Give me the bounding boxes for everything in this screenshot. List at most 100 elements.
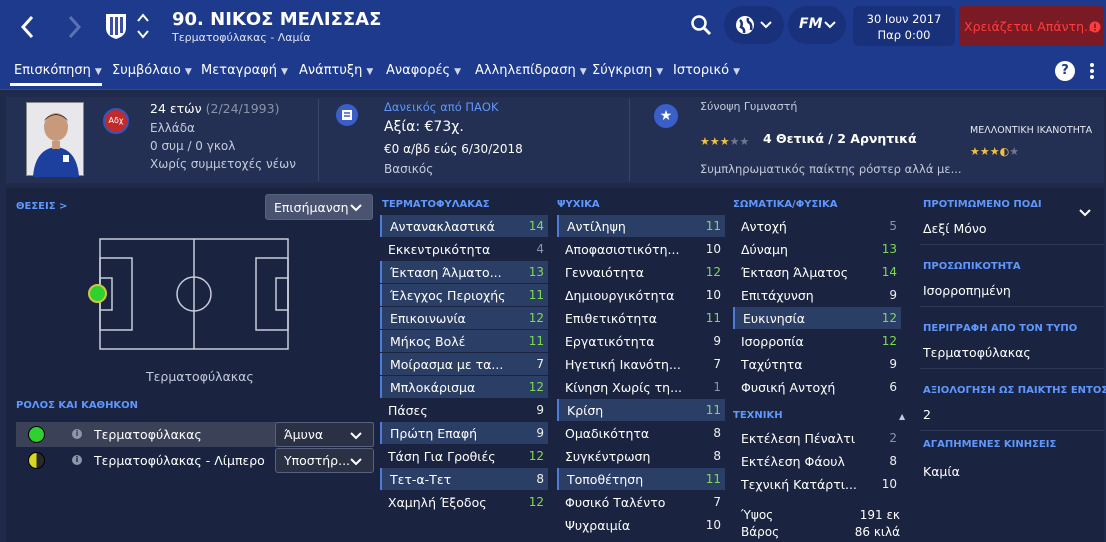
attribute-name: Γενναιότητα	[565, 264, 645, 280]
tab-history[interactable]: Ιστορικό ▼	[673, 63, 740, 78]
mental-header: ΨΥΧΙΚΑ	[557, 199, 600, 210]
attribute-value: 13	[881, 242, 897, 256]
fm-menu-button[interactable]: FM	[788, 6, 846, 44]
forward-arrow-icon[interactable]	[62, 12, 86, 42]
attribute-row[interactable]: Αντανακλαστικά 14	[380, 215, 548, 237]
attribute-row[interactable]: Χαμηλή Έξοδος 12	[380, 491, 548, 513]
attribute-row[interactable]: Ομαδικότητα 8	[557, 422, 725, 444]
attribute-row[interactable]: Έλεγχος Περιοχής 11	[380, 284, 548, 306]
attribute-row[interactable]: Ευκινησία 12	[733, 307, 901, 329]
nationality: Ελλάδα	[150, 121, 195, 135]
attribute-row[interactable]: Μπλοκάρισμα 12	[380, 376, 548, 398]
attribute-row[interactable]: Μοίρασμα με τα... 7	[380, 353, 548, 375]
attribute-name: Ομαδικότητα	[565, 425, 650, 441]
tab-development[interactable]: Ανάπτυξη ▼	[299, 63, 373, 78]
attribute-row[interactable]: Ηγετική Ικανότη... 7	[557, 353, 725, 375]
attribute-row[interactable]: Τετ-α-Τετ 8	[380, 468, 548, 490]
attribute-row[interactable]: Πάσες 9	[380, 399, 548, 421]
player-switch-down-icon[interactable]	[136, 26, 150, 40]
attribute-value: 7	[713, 495, 721, 509]
chevron-down-icon	[824, 21, 836, 29]
duty-dropdown[interactable]: Άμυνα	[275, 422, 374, 447]
attribute-value: 9	[713, 334, 721, 348]
current-time: Παρ 0:00	[877, 28, 931, 42]
tab-overview[interactable]: Επισκόπηση ▼	[14, 63, 102, 78]
attribute-row[interactable]: Δημιουργικότητα 10	[557, 284, 725, 306]
search-icon[interactable]	[690, 14, 712, 36]
attribute-row[interactable]: Ψυχραιμία 10	[557, 514, 725, 536]
tab-transfer[interactable]: Μεταγραφή ▼	[201, 63, 288, 78]
attribute-row[interactable]: Εργατικότητα 9	[557, 330, 725, 352]
attribute-name: Εκτέλεση Πέναλτι	[741, 430, 856, 446]
expand-side-icon[interactable]	[1079, 203, 1091, 217]
attribute-name: Έκταση Άλματο...	[390, 264, 502, 280]
duty-dropdown[interactable]: Υποστήρ...	[275, 448, 374, 473]
attribute-row[interactable]: Φυσικό Ταλέντο 7	[557, 491, 725, 513]
role-row[interactable]: i Τερματοφύλακας Άμυνα	[16, 422, 374, 447]
tab-comparison[interactable]: Σύγκριση ▼	[592, 63, 663, 78]
attribute-row[interactable]: Επιθετικότητα 11	[557, 307, 725, 329]
attribute-name: Αποφασιστικότη...	[565, 241, 680, 257]
date-button[interactable]: 30 Ιουν 2017 Παρ 0:00	[853, 6, 955, 46]
attribute-value: 12	[881, 334, 897, 348]
role-suitability-icon	[28, 426, 45, 443]
tab-reports[interactable]: Αναφορές ▼	[386, 63, 461, 78]
attribute-row[interactable]: Δύναμη 13	[733, 238, 901, 260]
chevron-down-icon: ▼	[656, 67, 664, 77]
attribute-row[interactable]: Αντοχή 5	[733, 215, 901, 237]
player-subtitle: Τερματοφύλακας - Λαμία	[172, 31, 311, 44]
pitch-lines	[99, 238, 289, 350]
attribute-row[interactable]: Κίνηση Χωρίς τη... 1	[557, 376, 725, 398]
attribute-row[interactable]: Κρίση 11	[557, 399, 725, 421]
collapse-technical-icon[interactable]: ▲	[899, 412, 905, 421]
attribute-row[interactable]: Πρώτη Επαφή 9	[380, 422, 548, 444]
attribute-row[interactable]: Ισορροπία 12	[733, 330, 901, 352]
attribute-value: 11	[705, 472, 721, 486]
globe-menu-button[interactable]	[724, 6, 784, 44]
back-arrow-icon[interactable]	[16, 12, 40, 42]
preferred-foot-label: ΠΡΟΤΙΜΩΜΕΝΟ ΠΟΔΙ	[923, 199, 1042, 210]
highlight-dropdown[interactable]: Επισήμανση	[265, 194, 373, 220]
attribute-row[interactable]: Συγκέντρωση 8	[557, 445, 725, 467]
attribute-row[interactable]: Έκταση Άλματο... 13	[380, 261, 548, 283]
attribute-row[interactable]: Τοποθέτηση 11	[557, 468, 725, 490]
tab-contract[interactable]: Συμβόλαιο ▼	[112, 63, 192, 78]
player-switch-up-icon[interactable]	[136, 10, 150, 24]
tab-interaction[interactable]: Αλληλεπίδραση ▼	[475, 63, 587, 78]
attribute-row[interactable]: Τάση Για Γροθιές 12	[380, 445, 548, 467]
continue-alert-button[interactable]: Χρειάζεται Απάντη...	[959, 6, 1104, 46]
attribute-row[interactable]: Επιτάχυνση 9	[733, 284, 901, 306]
chevron-down-icon: ▼	[184, 67, 192, 77]
attribute-row[interactable]: Τεχνική Κατάρτι... 10	[733, 473, 901, 495]
rating-label: ΑΞΙΟΛΟΓΗΣΗ ΩΣ ΠΑΙΚΤΗΣ ΕΝΤΟΣ	[923, 385, 1106, 396]
attribute-value: 11	[528, 288, 544, 302]
attribute-name: Ηγετική Ικανότη...	[565, 356, 681, 372]
positions-link[interactable]: ΘΕΣΕΙΣ >	[16, 201, 67, 212]
chevron-down-icon: ▼	[733, 67, 741, 77]
attribute-row[interactable]: Αποφασιστικότη... 10	[557, 238, 725, 260]
weight-label: Βάρος	[741, 525, 780, 539]
alert-icon	[1089, 21, 1101, 33]
attribute-name: Συγκέντρωση	[565, 448, 651, 464]
attribute-row[interactable]: Επικοινωνία 12	[380, 307, 548, 329]
info-icon[interactable]: i	[72, 429, 82, 439]
attribute-name: Ευκινησία	[743, 310, 806, 326]
attribute-value: 2	[889, 431, 897, 445]
role-row[interactable]: i Τερματοφύλακας - Λίμπερο Υποστήρ...	[16, 448, 374, 473]
attribute-row[interactable]: Έκταση Άλματος 14	[733, 261, 901, 283]
attribute-row[interactable]: Εκτέλεση Πέναλτι 2	[733, 427, 901, 449]
attribute-row[interactable]: Ταχύτητα 9	[733, 353, 901, 375]
attribute-row[interactable]: Φυσική Αντοχή 6	[733, 376, 901, 398]
more-options-icon[interactable]	[1088, 59, 1096, 83]
info-icon[interactable]: i	[72, 455, 82, 465]
attribute-row[interactable]: Εκκεντρικότητα 4	[380, 238, 548, 260]
attribute-row[interactable]: Εκτέλεση Φάουλ 8	[733, 450, 901, 472]
attribute-name: Ισορροπία	[741, 333, 804, 349]
help-icon[interactable]: ?	[1055, 61, 1075, 81]
attribute-value: 11	[705, 219, 721, 233]
roles-header: ΡΟΛΟΣ ΚΑΙ ΚΑΘΗΚΟΝ	[16, 400, 139, 411]
attribute-row[interactable]: Αντίληψη 11	[557, 215, 725, 237]
attribute-row[interactable]: Μήκος Βολέ 11	[380, 330, 548, 352]
loan-info[interactable]: Δανεικός από ΠΑΟΚ	[384, 100, 499, 114]
attribute-row[interactable]: Γενναιότητα 12	[557, 261, 725, 283]
